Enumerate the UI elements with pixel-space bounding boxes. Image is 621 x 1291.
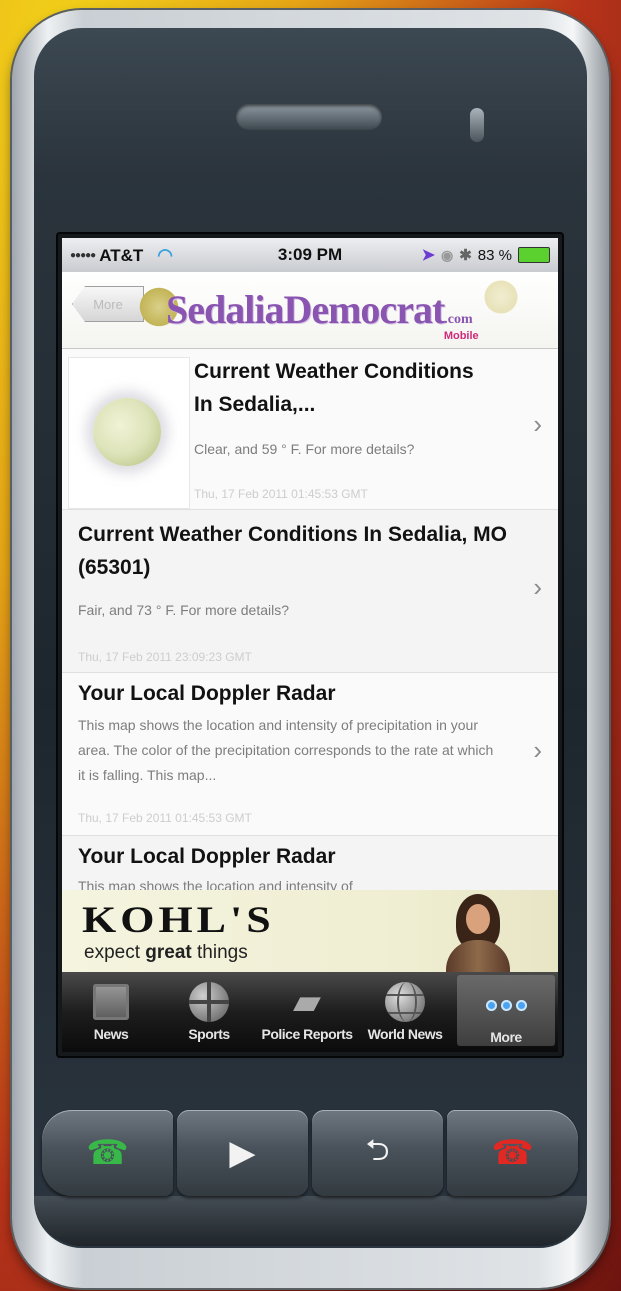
tab-police-reports[interactable]: ▰ Police Reports [258, 972, 356, 1052]
logo-main-text: SedaliaDemocrat [166, 287, 445, 332]
play-button[interactable]: ▶ [177, 1110, 308, 1196]
call-button[interactable]: ☎ [42, 1110, 173, 1196]
ad-banner[interactable]: KOHL'S expect great things [62, 890, 558, 972]
location-arrow-icon: ➤ [421, 247, 435, 264]
battery-percent: 83 % [477, 246, 512, 264]
chevron-right-icon: › [533, 572, 542, 602]
ad-tagline-pre: expect [84, 942, 146, 963]
ad-model-image [438, 894, 518, 972]
proximity-sensor [470, 108, 484, 142]
article-list: Current Weather Conditions In Sedalia,..… [62, 349, 558, 937]
weather-thumbnail [68, 357, 190, 509]
basketball-icon [187, 982, 231, 1022]
item-description: This map shows the location and intensit… [78, 717, 494, 783]
status-right: ➤ ◉ ✱ 83 % [422, 245, 550, 265]
item-date: Thu, 17 Feb 2011 01:45:53 GMT [194, 487, 368, 501]
item-date: Thu, 17 Feb 2011 01:45:53 GMT [78, 811, 252, 825]
leaf-decoration-icon [476, 270, 526, 324]
list-item[interactable]: Current Weather Conditions In Sedalia,..… [62, 349, 558, 510]
back-hardware-button[interactable]: ⮌ [312, 1110, 443, 1196]
pistol-icon: ▰ [293, 983, 321, 1021]
site-logo: SedaliaDemocrat.com Mobile [166, 286, 479, 342]
tab-label: Police Reports [261, 1026, 353, 1042]
tab-news[interactable]: News [62, 972, 160, 1052]
ad-tagline-post: things [191, 942, 248, 963]
tab-sports[interactable]: Sports [160, 972, 258, 1052]
list-item[interactable]: Current Weather Conditions In Sedalia, M… [62, 510, 558, 673]
end-call-icon: ☎ [491, 1134, 534, 1172]
tab-label: World News [367, 1026, 443, 1042]
ad-brand-logo: KOHL'S [82, 898, 275, 941]
more-dots-icon [484, 985, 528, 1025]
tab-world-news[interactable]: World News [356, 972, 454, 1052]
ad-tagline: expect great things [84, 942, 248, 964]
phone-screen: ●●●●● AT&T ◠ 3:09 PM ➤ ◉ ✱ 83 % More Sed… [62, 238, 558, 1052]
app-header: More SedaliaDemocrat.com Mobile [62, 270, 558, 349]
globe-icon [383, 982, 427, 1022]
item-description: Fair, and 73 ° F. For more details? [78, 602, 290, 618]
logo-com-text: .com [444, 312, 473, 327]
end-call-button[interactable]: ☎ [447, 1110, 578, 1196]
rotation-lock-icon: ◉ [441, 246, 454, 263]
earpiece-speaker [236, 104, 382, 130]
tab-label: News [93, 1026, 129, 1042]
phone-chin [34, 1196, 587, 1246]
tab-more[interactable]: More [457, 975, 555, 1046]
hardware-button-row: ☎ ▶ ⮌ ☎ [42, 1110, 578, 1196]
tab-label: Sports [188, 1026, 230, 1042]
status-bar: ●●●●● AT&T ◠ 3:09 PM ➤ ◉ ✱ 83 % [62, 238, 558, 272]
item-title: Your Local Doppler Radar [78, 682, 336, 705]
play-icon: ▶ [229, 1134, 256, 1172]
phone-call-icon: ☎ [86, 1134, 129, 1172]
tab-bar: News Sports ▰ Police Reports World News … [62, 972, 558, 1052]
chevron-right-icon: › [533, 735, 542, 765]
moon-icon [93, 398, 161, 466]
back-arrow-icon: ⮌ [365, 1133, 390, 1167]
ad-tagline-bold: great [145, 942, 192, 963]
item-title: Current Weather Conditions In Sedalia,..… [194, 360, 474, 416]
item-title: Current Weather Conditions In Sedalia, M… [78, 523, 507, 579]
logo-mobile-text: Mobile [443, 330, 479, 342]
tab-label: More [490, 1029, 522, 1045]
newspaper-icon [89, 982, 133, 1022]
item-description: Clear, and 59 ° F. For more details? [194, 441, 415, 457]
battery-charging-icon [518, 247, 550, 263]
item-date: Thu, 17 Feb 2011 23:09:23 GMT [78, 650, 252, 664]
list-item[interactable]: Your Local Doppler Radar This map shows … [62, 673, 558, 836]
chevron-right-icon: › [533, 409, 542, 439]
item-title: Your Local Doppler Radar [78, 845, 336, 868]
bluetooth-icon: ✱ [459, 247, 472, 264]
